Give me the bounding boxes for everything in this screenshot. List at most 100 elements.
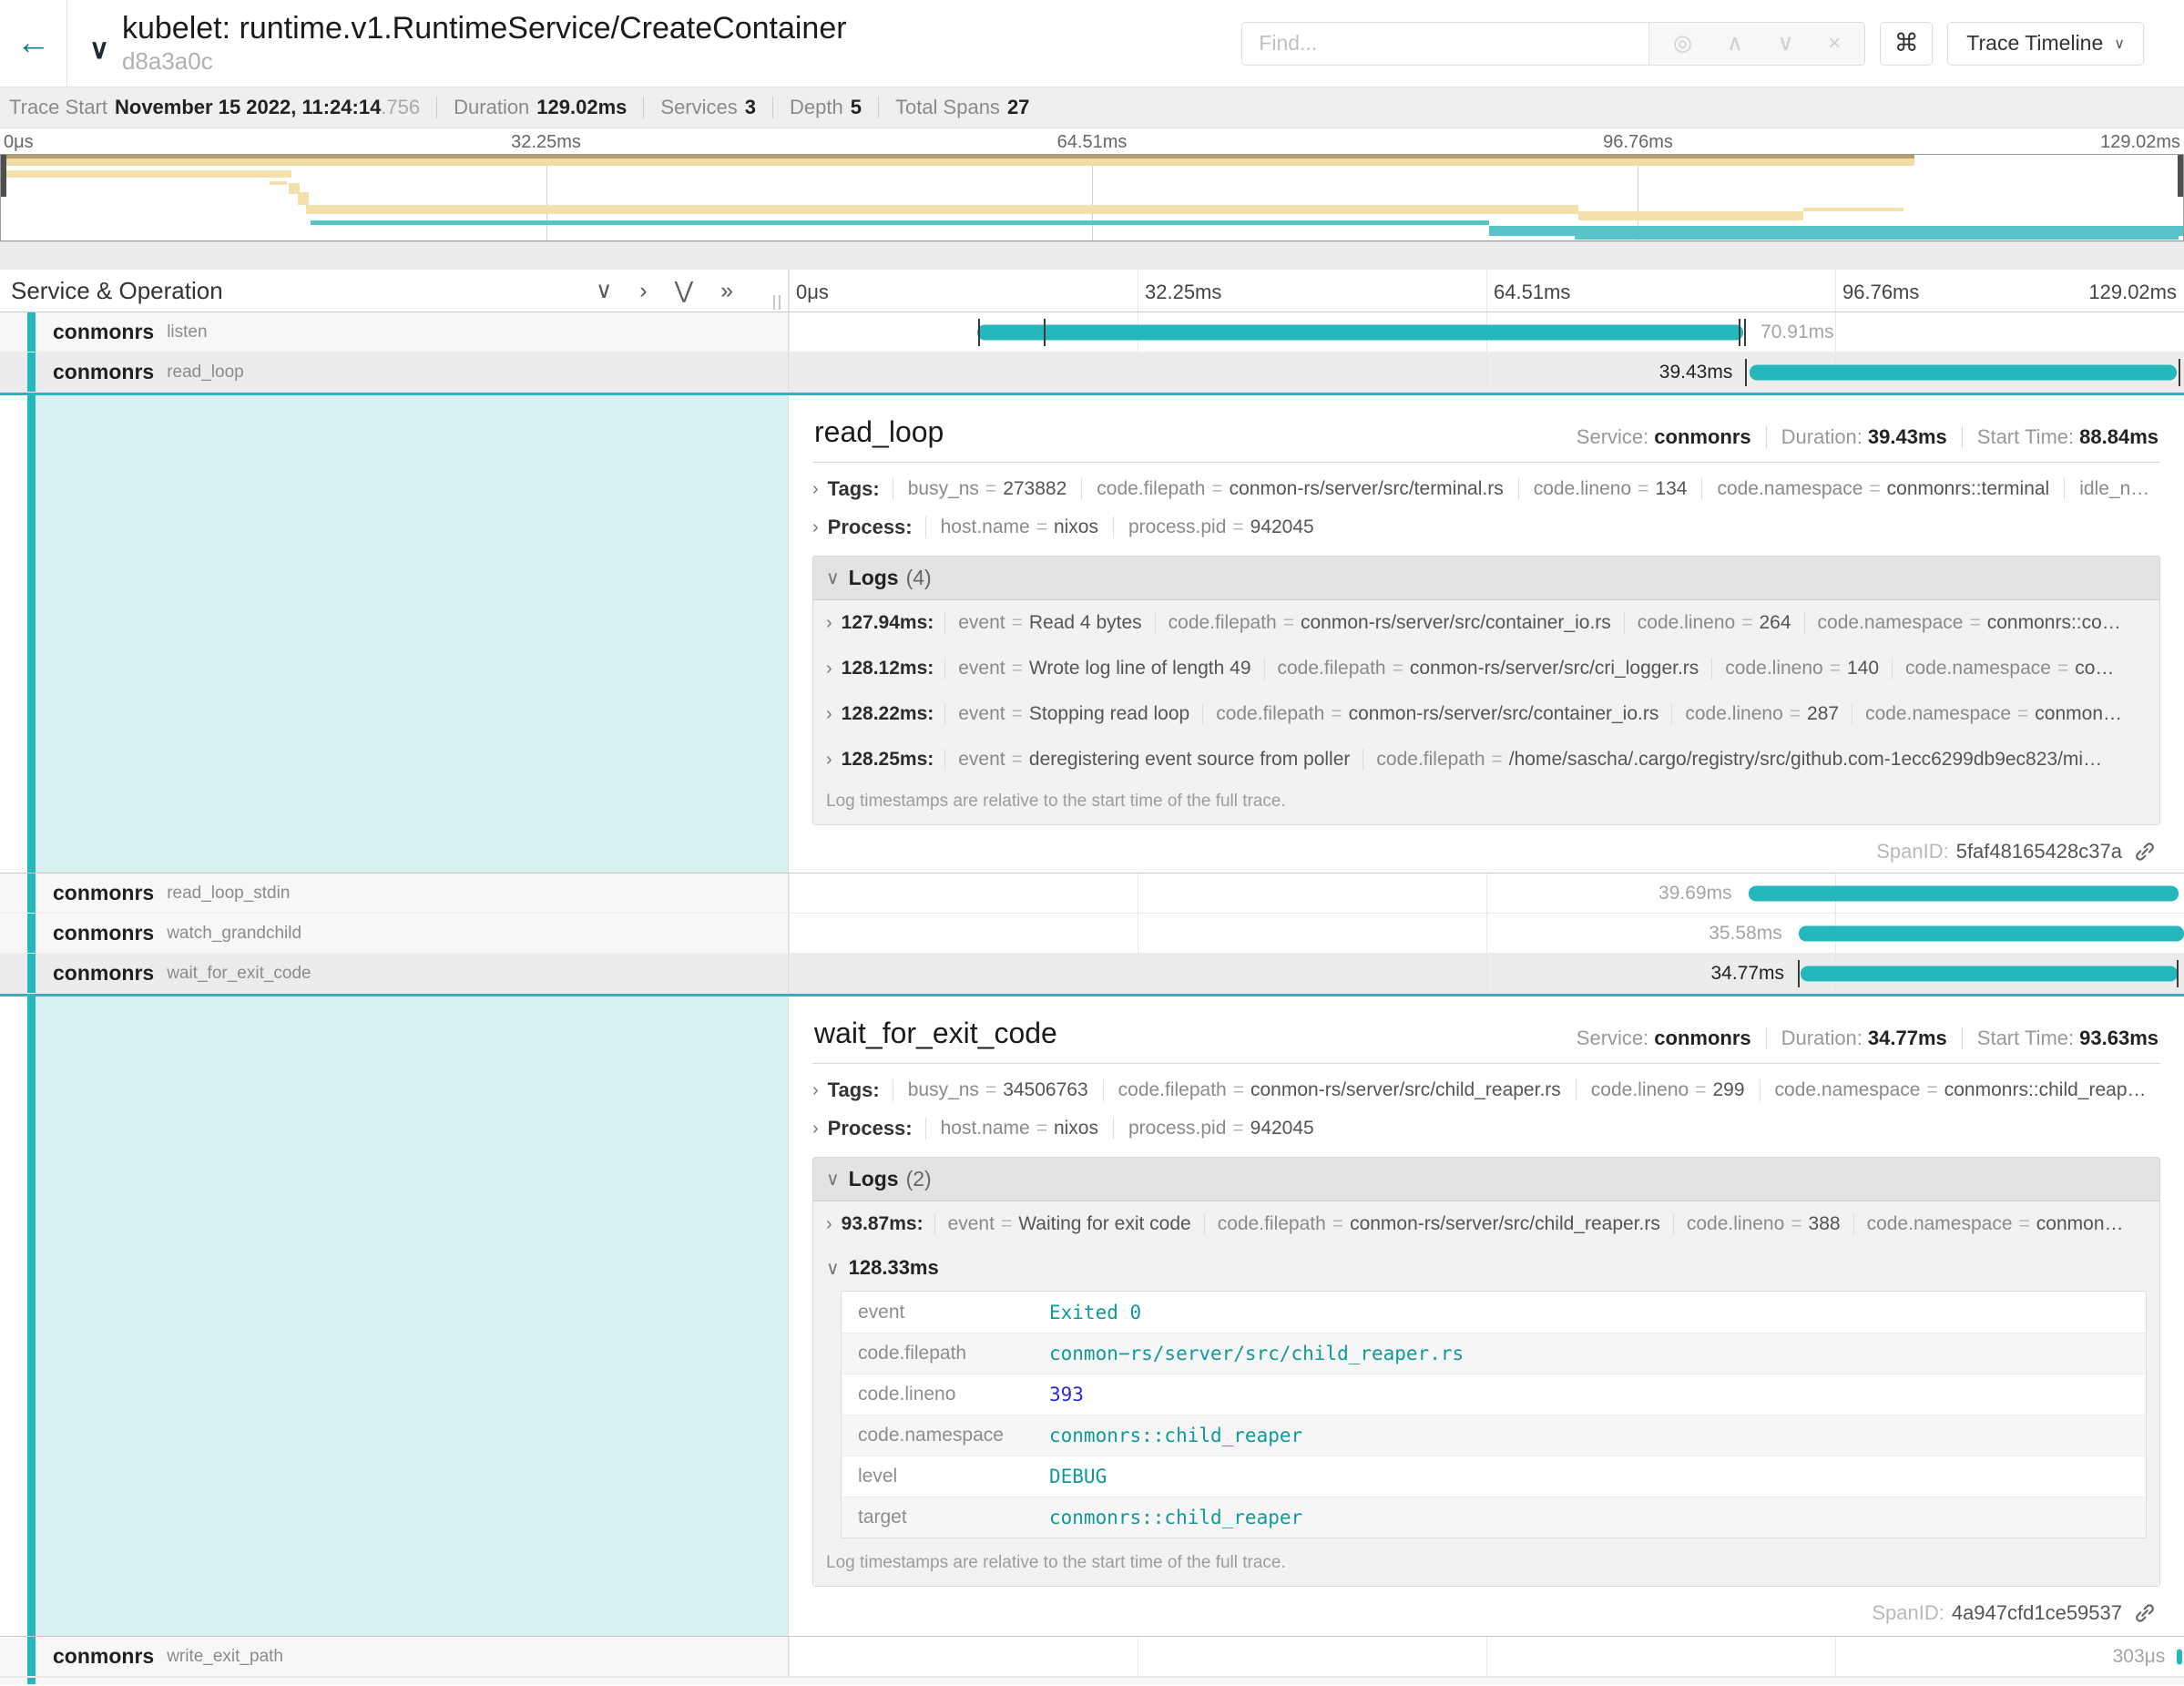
tag-eq: = <box>1232 1118 1243 1139</box>
trace-start-label: Trace Start <box>9 96 107 119</box>
span-duration-bar[interactable] <box>1749 885 2179 901</box>
collapse-all-icon[interactable]: ⋁ <box>675 280 694 302</box>
minimap-canvas[interactable] <box>0 154 2184 241</box>
link-icon[interactable] <box>2133 840 2157 863</box>
span-timeline-cell[interactable]: 303μs <box>789 1637 2184 1676</box>
link-icon[interactable] <box>2133 1601 2157 1625</box>
logs-count: (2) <box>906 1167 932 1191</box>
table-row: code.lineno 393 <box>842 1374 2146 1415</box>
chevron-right-icon: › <box>826 659 832 680</box>
minimap-tick-labels: 0μs 32.25ms 64.51ms 96.76ms 129.02ms <box>0 128 2184 154</box>
column-resizer[interactable] <box>773 295 781 310</box>
locate-icon[interactable]: ◎ <box>1668 32 1698 56</box>
span-duration-bar[interactable] <box>1750 364 2177 380</box>
start-time-label: Start Time: <box>1977 1027 2074 1050</box>
tag-value: 34506763 <box>1003 1079 1087 1101</box>
service-value: conmonrs <box>1654 425 1750 449</box>
field-eq: = <box>1012 658 1023 680</box>
span-duration-bar[interactable] <box>977 324 1743 340</box>
field-value: conmon-rs/server/src/cri_logger.rs <box>1410 658 1699 680</box>
span-duration-label: 34.77ms <box>1710 963 1793 985</box>
span-duration-bar[interactable] <box>1799 925 2184 941</box>
duration-label: Duration: <box>1781 425 1863 449</box>
chevron-right-icon: › <box>826 704 832 725</box>
keyboard-shortcuts-button[interactable]: ⌘ <box>1880 22 1933 66</box>
operation-name: watch_grandchild <box>167 924 301 944</box>
span-name-cell[interactable]: conmonrs wait_for_exit_code <box>0 954 789 993</box>
span-timeline-cell[interactable]: 70.91ms <box>789 312 2184 352</box>
view-selector-button[interactable]: Trace Timeline ∨ <box>1947 22 2144 66</box>
span-row-read-loop-stdin[interactable]: conmonrs read_loop_stdin 39.69ms <box>0 874 2184 914</box>
caret-down-icon: ∨ <box>2114 35 2125 53</box>
process-row[interactable]: › Process: host.name=nixos process.pid=9… <box>812 516 2160 539</box>
span-timeline-cell[interactable]: 39.69ms <box>789 874 2184 913</box>
title-collapse-chevron-icon[interactable]: ∨ <box>84 21 115 66</box>
span-timeline-cell[interactable]: 34.77ms <box>789 954 2184 993</box>
expanded-log-header[interactable]: ∨ 128.33ms <box>813 1247 2159 1291</box>
operation-name: listen <box>167 322 207 342</box>
back-button[interactable]: ← <box>0 0 67 87</box>
expand-one-icon[interactable]: › <box>639 280 647 302</box>
field-eq: = <box>1332 1213 1343 1235</box>
tag-value: conmon-rs/server/src/terminal.rs <box>1230 478 1504 500</box>
span-duration-bar[interactable] <box>1801 966 2178 981</box>
field-value: 287 <box>1807 703 1839 725</box>
field-eq: = <box>2057 658 2068 680</box>
tag: code.lineno=299 <box>1576 1079 1760 1101</box>
log-row[interactable]: › 127.94ms: event=Read 4 bytes code.file… <box>813 600 2159 646</box>
field-eq: = <box>1969 612 1980 634</box>
service-color-stripe <box>27 1637 36 1676</box>
span-name-cell[interactable]: conmonrs read_loop_stdin <box>0 874 789 913</box>
divider <box>436 97 437 118</box>
span-row-listen[interactable]: conmonrs listen 70.91ms <box>0 312 2184 353</box>
collapse-one-icon[interactable]: ∨ <box>596 280 612 302</box>
header-toolbar: ◎ ∧ ∨ × ⌘ Trace Timeline ∨ <box>1241 0 2144 87</box>
minimap-left-handle[interactable] <box>1 155 6 197</box>
log-row[interactable]: › 128.22ms: event=Stopping read loop cod… <box>813 691 2159 737</box>
logs-header[interactable]: ∨ Logs (4) <box>813 557 2159 600</box>
span-name-cell[interactable]: conmonrs listen <box>0 312 789 352</box>
log-note: Log timestamps are relative to the start… <box>813 1544 2159 1586</box>
log-row[interactable]: › 128.25ms: event=deregistering event so… <box>813 737 2159 782</box>
jaeger-trace-view: ← ∨ kubelet: runtime.v1.RuntimeService/C… <box>0 0 2184 1686</box>
span-timeline-cell[interactable]: 39.43ms <box>789 353 2184 392</box>
operation-name: wait_for_exit_code <box>167 964 311 984</box>
process-tag: process.pid=942045 <box>1113 1118 1329 1139</box>
minimap-right-handle[interactable] <box>2178 155 2183 197</box>
log-row[interactable]: › 128.12ms: event=Wrote log line of leng… <box>813 646 2159 691</box>
span-row-read-loop[interactable]: conmonrs read_loop 39.43ms <box>0 353 2184 393</box>
span-timeline-cell[interactable]: 35.58ms <box>789 914 2184 953</box>
log-row[interactable]: › 93.87ms: event=Waiting for exit code c… <box>813 1201 2159 1247</box>
tags-row[interactable]: › Tags: busy_ns=34506763 code.filepath=c… <box>812 1078 2160 1102</box>
log-field: code.filepath=/home/sascha/.cargo/regist… <box>1362 749 2115 771</box>
find-prev-icon[interactable]: ∧ <box>1721 32 1749 56</box>
span-duration-bar[interactable] <box>2177 1649 2181 1664</box>
span-row-watch-grandchild[interactable]: conmonrs watch_grandchild 35.58ms <box>0 914 2184 954</box>
log-field: code.lineno=287 <box>1671 703 1852 725</box>
depth-label: Depth <box>790 96 843 119</box>
span-name-cell[interactable]: conmonrs watch_grandchild <box>0 914 789 953</box>
span-row-wait-for-exit-code[interactable]: conmonrs wait_for_exit_code 34.77ms <box>0 954 2184 994</box>
span-row-write-exit-path[interactable]: conmonrs write_exit_path 303μs <box>0 1637 2184 1677</box>
tag-eq: = <box>1638 478 1648 500</box>
field-eq: = <box>1283 612 1294 634</box>
tag: code.filepath=conmon-rs/server/src/termi… <box>1081 478 1517 500</box>
field-value: Read 4 bytes <box>1029 612 1142 634</box>
find-input[interactable] <box>1242 23 1648 65</box>
span-name-cell[interactable]: conmonrs write_exit_path <box>0 1637 789 1676</box>
trace-start-date: November 15 2022, 11:24:14 <box>115 96 381 118</box>
expand-all-icon[interactable]: » <box>720 280 733 302</box>
log-field: code.lineno=140 <box>1711 658 1892 680</box>
minimap-span-bar <box>1 170 291 178</box>
field-value: conmonrs::co… <box>1987 612 2121 634</box>
find-next-icon[interactable]: ∨ <box>1772 32 1800 56</box>
divider <box>1962 1027 1963 1049</box>
expanded-log-time: 128.33ms <box>849 1256 939 1280</box>
tag-eq: = <box>1695 1079 1706 1101</box>
tags-row[interactable]: › Tags: busy_ns=273882 code.filepath=con… <box>812 477 2160 501</box>
span-name-cell[interactable]: conmonrs read_loop <box>0 353 789 392</box>
find-clear-icon[interactable]: × <box>1822 32 1846 56</box>
process-row[interactable]: › Process: host.name=nixos process.pid=9… <box>812 1117 2160 1140</box>
logs-header[interactable]: ∨ Logs (2) <box>813 1158 2159 1201</box>
start-time-label: Start Time: <box>1977 425 2074 449</box>
